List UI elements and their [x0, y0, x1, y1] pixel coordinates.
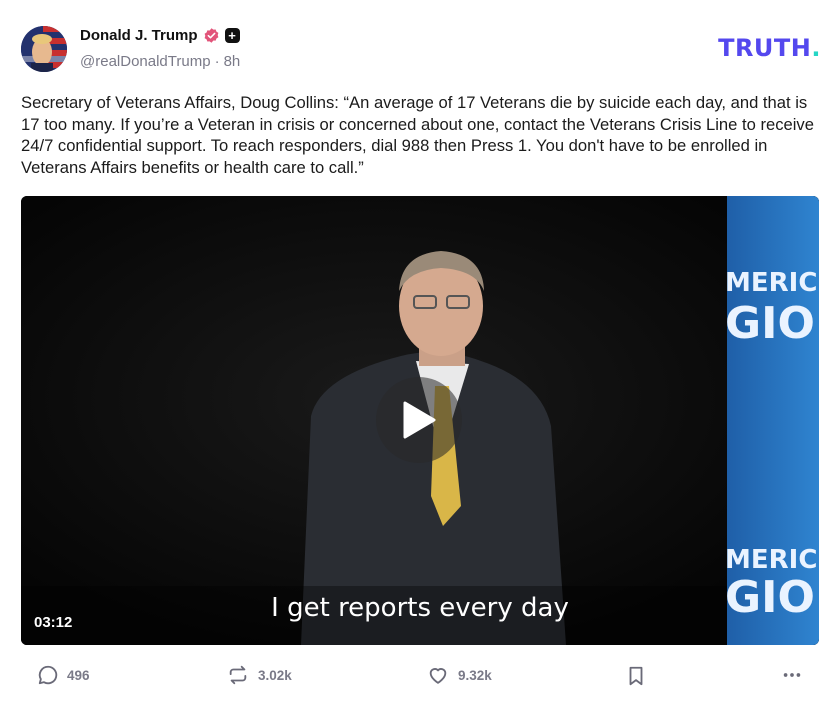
- author-display-name[interactable]: Donald J. Trump: [80, 27, 198, 44]
- post-body: Secretary of Veterans Affairs, Doug Coll…: [21, 93, 814, 177]
- more-button[interactable]: [780, 664, 804, 686]
- author-name-row: Donald J. Trump +: [80, 27, 240, 44]
- retruth-icon: [229, 665, 247, 685]
- post-time[interactable]: 8h: [224, 53, 241, 70]
- like-button[interactable]: 9.32k: [426, 664, 492, 686]
- brand-text: TRUTH: [718, 34, 812, 62]
- truth-logo[interactable]: TRUTH.: [718, 34, 821, 62]
- play-button[interactable]: [376, 377, 462, 463]
- retruth-count: 3.02k: [258, 667, 292, 683]
- separator: ·: [214, 53, 220, 70]
- like-count: 9.32k: [458, 667, 492, 683]
- post-actions: 496 3.02k 9.32k: [21, 664, 821, 696]
- author-handle-row: @realDonaldTrump · 8h: [80, 53, 240, 70]
- banner-text-mid: GIO: [725, 298, 815, 349]
- play-icon: [403, 401, 436, 439]
- reply-icon: [38, 665, 58, 685]
- brand-dot: .: [811, 34, 821, 62]
- verified-badge-icon: [204, 28, 218, 43]
- post-header: Donald J. Trump + @realDonaldTrump · 8h …: [21, 22, 821, 74]
- banner-text-bottom1: MERIC: [725, 545, 817, 575]
- video-duration: 03:12: [34, 614, 73, 631]
- like-icon: [429, 668, 447, 684]
- retruth-button[interactable]: 3.02k: [226, 664, 292, 686]
- author-handle[interactable]: @realDonaldTrump: [80, 53, 211, 70]
- more-icon: [783, 673, 801, 677]
- plus-badge-icon: +: [224, 28, 240, 43]
- video-player[interactable]: MERIC GIO MERIC GIO I get reports every …: [21, 196, 819, 645]
- video-caption: I get reports every day: [271, 593, 569, 623]
- bookmark-button[interactable]: [625, 664, 647, 688]
- avatar[interactable]: [21, 26, 67, 72]
- bookmark-icon: [629, 666, 643, 686]
- reply-count: 496: [67, 667, 90, 683]
- banner-text-top: MERIC: [725, 268, 817, 298]
- reply-button[interactable]: 496: [37, 664, 90, 686]
